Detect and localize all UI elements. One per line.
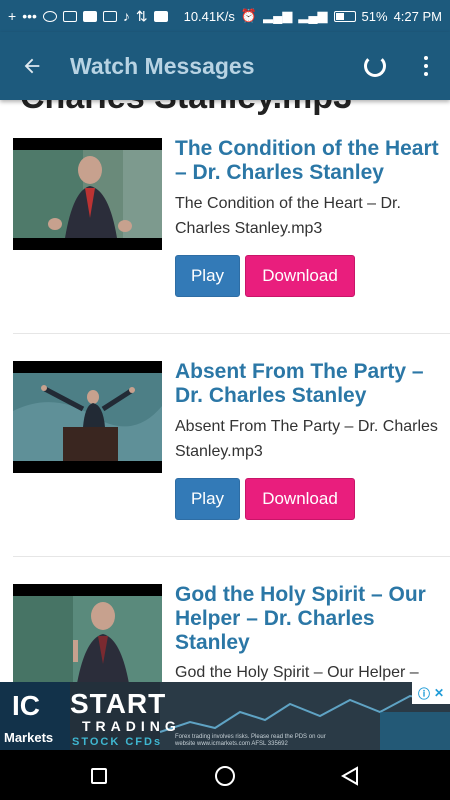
divider: [13, 556, 450, 557]
item-title[interactable]: Absent From The Party – Dr. Charles Stan…: [175, 360, 445, 408]
ad-logo-ic: IC: [12, 690, 40, 721]
back-triangle-icon[interactable]: [340, 766, 360, 786]
signal-icon: ▂▄▆: [263, 8, 293, 23]
battery-percent: 51%: [361, 8, 388, 24]
ad-headline: START: [70, 688, 167, 719]
more-vert-icon[interactable]: [416, 56, 436, 76]
notification-icons: + ••• ♪ ⇅: [8, 8, 168, 25]
gmail-icon: [62, 10, 77, 22]
status-bar: + ••• ♪ ⇅ 10.41K/s ⏰ ▂▄▆ ▂▄▆ 51% 4:27 PM: [0, 0, 450, 32]
youtube-icon: [82, 10, 97, 22]
whatsapp-icon: [42, 10, 57, 22]
photo-icon: [102, 10, 117, 22]
item-subtitle: The Condition of the Heart – Dr. Charles…: [175, 195, 401, 237]
twitter-icon: ♪: [122, 8, 130, 24]
ad-choices-badge[interactable]: ⓘ ✕: [412, 682, 450, 704]
item-title[interactable]: God the Holy Spirit – Our Helper – Dr. C…: [175, 583, 445, 655]
item-subtitle: God the Holy Spirit – Our Helper –: [175, 664, 419, 681]
recent-apps-icon[interactable]: [91, 768, 107, 784]
ad-fine-print: Forex trading involves risks. Please rea…: [175, 734, 326, 747]
ad-subline: TRADING: [82, 718, 181, 734]
download-button[interactable]: Download: [245, 478, 355, 520]
partial-heading: Charles Stanley.mp3: [20, 100, 352, 117]
info-icon[interactable]: ⓘ: [418, 685, 430, 702]
ad-logo: IC Markets: [0, 682, 70, 750]
download-button[interactable]: Download: [245, 255, 355, 297]
divider: [13, 333, 450, 334]
more-icon: •••: [22, 8, 37, 24]
page-title: Watch Messages: [70, 52, 255, 79]
item-title[interactable]: The Condition of the Heart – Dr. Charles…: [175, 137, 445, 185]
home-icon[interactable]: [215, 766, 235, 786]
facebook-icon: [153, 10, 168, 22]
arrow-left-icon: [24, 58, 40, 74]
net-speed: 10.41K/s: [183, 8, 235, 24]
clock: 4:27 PM: [393, 8, 442, 24]
video-thumbnail[interactable]: [13, 361, 162, 473]
play-button[interactable]: Play: [175, 478, 240, 520]
battery-icon: [333, 10, 356, 22]
video-thumbnail[interactable]: [13, 584, 162, 682]
transfer-icon: ⇅: [135, 7, 148, 24]
app-bar: Watch Messages: [0, 32, 450, 100]
play-button[interactable]: Play: [175, 255, 240, 297]
ad-tagline: STOCK CFDs: [72, 736, 163, 748]
system-status: 10.41K/s ⏰ ▂▄▆ ▂▄▆ 51% 4:27 PM: [184, 8, 442, 24]
spinner-icon: [364, 55, 386, 77]
close-icon[interactable]: ✕: [434, 686, 444, 700]
back-button[interactable]: [0, 32, 64, 100]
video-thumbnail[interactable]: [13, 138, 162, 250]
system-nav-bar: [0, 750, 450, 800]
ad-logo-markets: Markets: [4, 730, 54, 745]
item-subtitle: Absent From The Party – Dr. Charles Stan…: [175, 418, 438, 460]
plus-icon: +: [8, 8, 17, 24]
ad-banner[interactable]: IC Markets START TRADING STOCK CFDs Fore…: [0, 682, 450, 750]
alarm-icon: ⏰: [240, 8, 258, 23]
lte-signal-icon: ▂▄▆: [298, 8, 328, 23]
message-list[interactable]: Charles Stanley.mp3 The Condition of the…: [0, 100, 450, 682]
